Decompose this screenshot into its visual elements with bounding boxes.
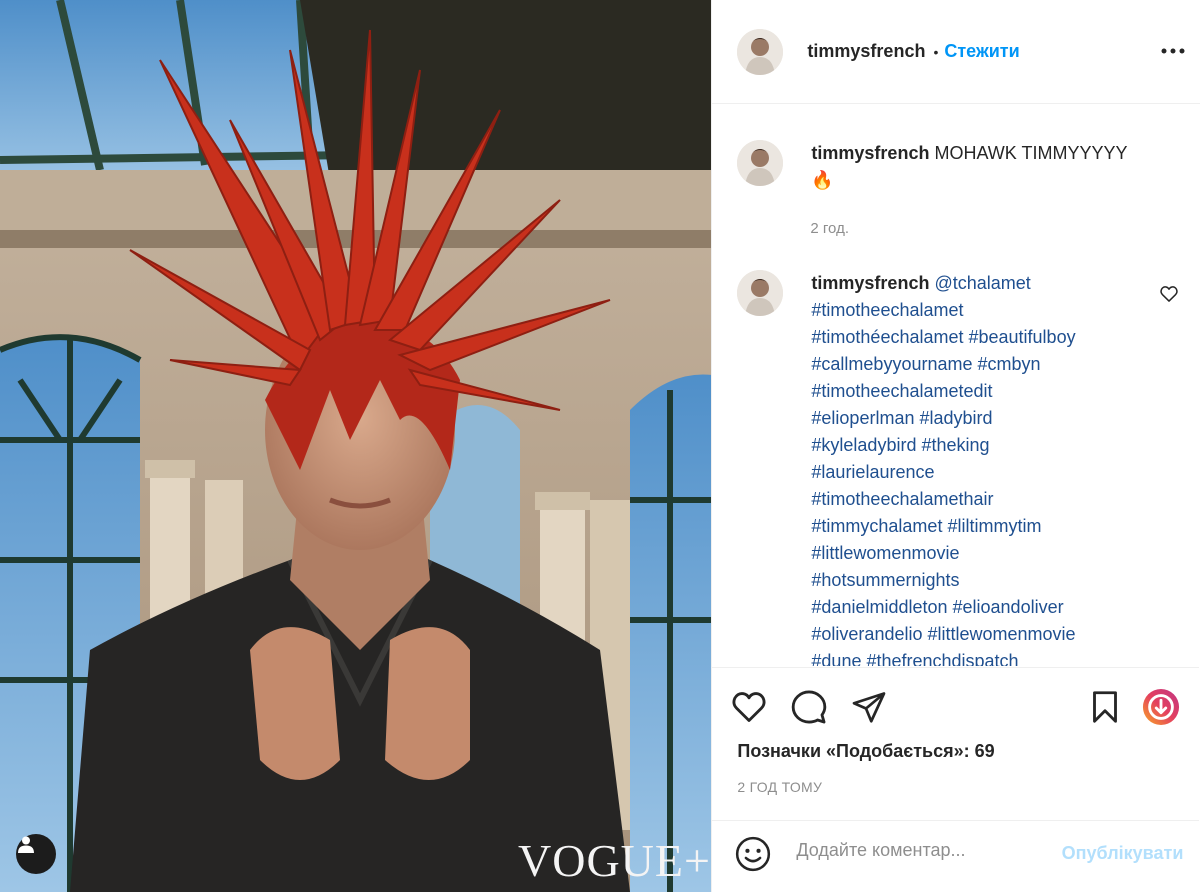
save-button[interactable] [1086,688,1124,726]
post-header: timmysfrench • Стежити [712,0,1200,104]
hashtag-line[interactable]: #timothéechalamet #beautifulboy [811,324,1161,351]
fire-emoji: 🔥 [811,170,834,190]
comment-bubble-icon [792,690,827,724]
posted-time: 2 ГОД ТОМУ [737,779,823,795]
more-options-icon[interactable] [1160,38,1186,64]
add-comment-bar: Опублікувати [712,820,1200,893]
share-button[interactable] [850,688,888,726]
follow-button[interactable]: Стежити [944,41,1019,62]
user-tag-button[interactable] [16,834,56,874]
hashtag-line[interactable]: #dune #thefrenchdispatch [811,648,1161,666]
publish-button[interactable]: Опублікувати [1062,843,1184,864]
comment-avatar[interactable] [737,270,784,316]
caption-text: MOHAWK TIMMYYYYY [934,143,1128,163]
bookmark-icon [1093,691,1118,723]
hashtag-line[interactable]: #timotheechalamet [811,297,1161,324]
comment-button[interactable] [790,688,828,726]
avatar-image [737,270,784,316]
hashtag-line[interactable]: #laurielaurence [811,459,1161,486]
avatar-image [737,28,784,75]
comment-mention[interactable]: @tchalamet [934,273,1030,293]
caption-timestamp: 2 год. [810,220,849,237]
hashtag-line[interactable]: #callmebyyourname #cmbyn [811,351,1161,378]
post-modal: VOGUE+ timmysfrench • Стежити timmysfren… [0,0,1200,892]
action-icons [712,668,1199,738]
comments-list[interactable]: timmysfrench MOHAWK TIMMYYYYY 🔥 2 год. t… [712,104,1199,666]
caption-avatar[interactable] [737,140,784,186]
likes-count[interactable]: Позначки «Подобається»: 69 [737,741,994,762]
caption-username[interactable]: timmysfrench [811,143,929,163]
paper-plane-icon [853,692,886,723]
comment-item: timmysfrench @tchalamet #timotheechalame… [737,270,1161,666]
heart-icon [732,692,766,722]
hashtag-line[interactable]: #timotheechalamethair [811,486,1161,513]
smiley-icon[interactable] [734,835,772,873]
photo-illustration [0,0,712,892]
separator-dot: • [933,43,939,60]
author-avatar[interactable] [737,28,784,75]
hashtag-line[interactable]: #littlewomenmovie [811,540,1161,567]
extension-button[interactable] [1142,688,1180,726]
add-comment-input[interactable] [794,839,1039,862]
caption-item: timmysfrench MOHAWK TIMMYYYYY 🔥 [737,140,1161,194]
hashtag-line[interactable]: #danielmiddleton #elioandoliver [811,594,1161,621]
comment-username[interactable]: timmysfrench [811,273,929,293]
hashtag-line[interactable]: #timmychalamet #liltimmytim [811,513,1161,540]
post-sidebar: timmysfrench • Стежити timmysfrench MOHA… [711,0,1200,892]
hashtag-line[interactable]: #kyleladybird #theking [811,432,1161,459]
hashtag-line[interactable]: #hotsummernights [811,567,1161,594]
hashtag-line[interactable]: #elioperlman #ladybird [811,405,1161,432]
like-button[interactable] [730,688,768,726]
caption-body: timmysfrench MOHAWK TIMMYYYYY 🔥 [811,140,1161,194]
post-photo[interactable]: VOGUE+ [0,0,712,892]
user-tag-icon [18,836,34,853]
hashtag-line[interactable]: #timotheechalametedit [811,378,1161,405]
download-extension-icon [1143,688,1180,726]
author-username[interactable]: timmysfrench [807,41,925,62]
avatar-image [737,140,784,186]
comment-body: timmysfrench @tchalamet #timotheechalame… [811,270,1161,666]
hashtag-line[interactable]: #oliverandelio #littlewomenmovie [811,621,1161,648]
comment-like-heart-icon[interactable] [1159,284,1179,304]
action-bar: Позначки «Подобається»: 69 2 ГОД ТОМУ [712,667,1200,795]
vogue-watermark: VOGUE+ [518,835,711,886]
